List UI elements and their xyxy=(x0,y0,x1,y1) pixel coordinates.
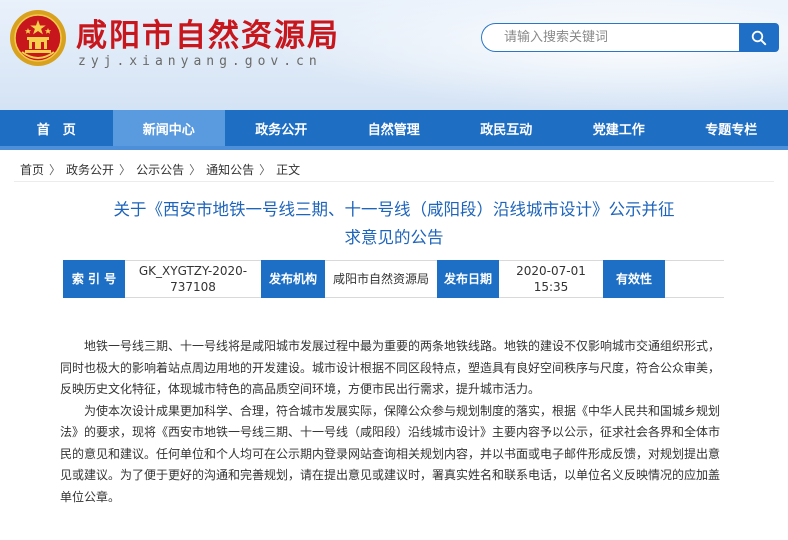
breadcrumb-gov-affairs[interactable]: 政务公开 xyxy=(66,161,114,178)
article-title-line2: 求意见的公告 xyxy=(344,228,444,247)
breadcrumb-separator: 〉 xyxy=(119,163,132,177)
meta-date-value: 2020-07-01 15:35 xyxy=(499,260,603,298)
meta-validity-value xyxy=(665,260,724,298)
meta-date-value-line2: 15:35 xyxy=(533,280,569,294)
main-nav: 首 页 新闻中心 政务公开 自然管理 政民互动 党建工作 专题专栏 xyxy=(0,110,788,146)
article-paragraph: 为使本次设计成果更加科学、合理，符合城市发展实际，保障公众参与规划制度的落实，根… xyxy=(60,403,721,504)
search-icon xyxy=(751,30,767,45)
breadcrumb-home[interactable]: 首页 xyxy=(20,161,44,178)
nav-divider xyxy=(0,146,788,150)
article-body: 地铁一号线三期、十一号线将是咸阳城市发展过程中最为重要的两条地铁线路。地铁的建设… xyxy=(60,336,728,508)
nav-item-gov-affairs[interactable]: 政务公开 xyxy=(225,110,338,146)
article-paragraph: 地铁一号线三期、十一号线将是咸阳城市发展过程中最为重要的两条地铁线路。地铁的建设… xyxy=(60,339,721,396)
meta-date-label: 发布日期 xyxy=(437,260,499,298)
header-background xyxy=(268,0,788,110)
search-input[interactable] xyxy=(482,24,739,51)
breadcrumb-separator: 〉 xyxy=(49,163,62,177)
site-title[interactable]: 咸阳市自然资源局 xyxy=(76,10,340,55)
breadcrumb-separator: 〉 xyxy=(189,163,202,177)
nav-item-home[interactable]: 首 页 xyxy=(0,110,113,146)
nav-item-news[interactable]: 新闻中心 xyxy=(112,110,225,146)
meta-validity-label: 有效性 xyxy=(603,260,665,298)
meta-date-value-line1: 2020-07-01 xyxy=(516,264,586,278)
meta-org-value: 咸阳市自然资源局 xyxy=(325,260,437,298)
article-meta-table: 索 引 号 GK_XYGTZY-2020- 737108 发布机构 咸阳市自然资… xyxy=(63,260,724,298)
meta-index-value-line2: 737108 xyxy=(170,280,216,294)
nav-item-party[interactable]: 党建工作 xyxy=(563,110,676,146)
breadcrumb-notices[interactable]: 通知公告 xyxy=(206,161,254,178)
site-domain: zyj.xianyang.gov.cn xyxy=(78,54,322,69)
breadcrumb-separator: 〉 xyxy=(259,163,272,177)
article-title: 关于《西安市地铁一号线三期、十一号线（咸阳段）沿线城市设计》公示并征 求意见的公… xyxy=(60,196,728,252)
site-header: 咸阳市自然资源局 zyj.xianyang.gov.cn xyxy=(0,0,788,110)
article-title-line1: 关于《西安市地铁一号线三期、十一号线（咸阳段）沿线城市设计》公示并征 xyxy=(113,200,675,219)
national-emblem-icon[interactable] xyxy=(8,8,68,68)
breadcrumb-underline xyxy=(14,181,774,182)
breadcrumb: 首页 〉 政务公开 〉 公示公告 〉 通知公告 〉 正文 xyxy=(20,161,300,178)
meta-index-label: 索 引 号 xyxy=(63,260,125,298)
nav-item-interaction[interactable]: 政民互动 xyxy=(450,110,563,146)
meta-org-label: 发布机构 xyxy=(261,260,325,298)
breadcrumb-current: 正文 xyxy=(276,163,301,177)
search-button[interactable] xyxy=(739,23,779,52)
breadcrumb-announcements[interactable]: 公示公告 xyxy=(136,161,184,178)
nav-item-natural-management[interactable]: 自然管理 xyxy=(338,110,451,146)
meta-index-value: GK_XYGTZY-2020- 737108 xyxy=(125,260,261,298)
meta-index-value-line1: GK_XYGTZY-2020- xyxy=(138,264,248,278)
search-box xyxy=(481,23,739,52)
nav-item-topics[interactable]: 专题专栏 xyxy=(675,110,788,146)
